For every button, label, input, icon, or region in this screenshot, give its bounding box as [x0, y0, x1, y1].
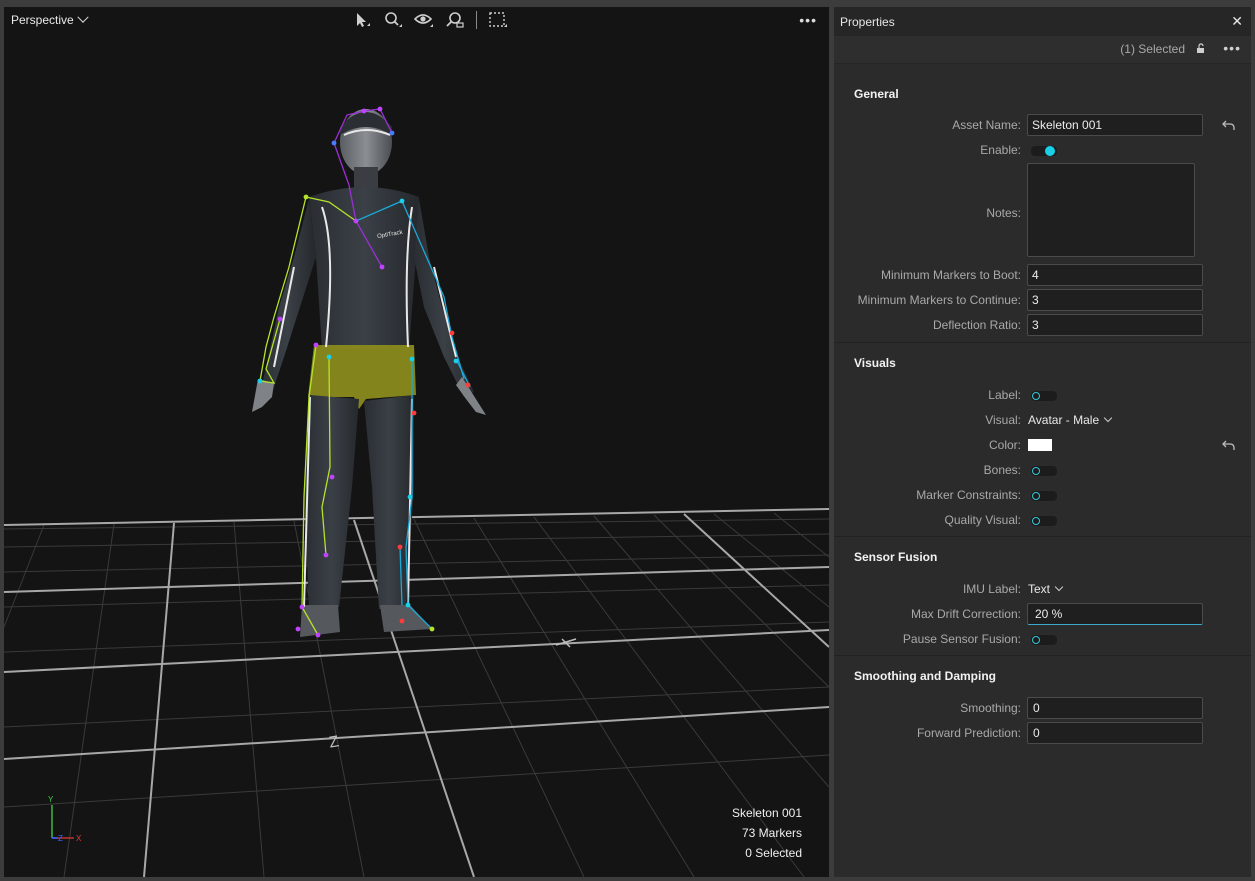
- axis-y-label: Y: [48, 795, 54, 804]
- row-imu-label: IMU Label: Text: [834, 577, 1251, 602]
- label-toggle[interactable]: [1030, 390, 1058, 402]
- min-continue-input[interactable]: 3: [1027, 289, 1203, 311]
- hud-selected-count: 0 Selected: [745, 846, 802, 860]
- pause-fusion-label: Pause Sensor Fusion:: [902, 632, 1021, 646]
- hud-asset-name: Skeleton 001: [731, 806, 802, 820]
- visual-value: Avatar - Male: [1028, 413, 1100, 427]
- smoothing-input[interactable]: 0: [1027, 697, 1203, 719]
- quality-visual-toggle[interactable]: [1030, 515, 1058, 527]
- deflection-input[interactable]: 3: [1027, 314, 1203, 336]
- visual-label: Visual:: [985, 413, 1021, 427]
- notes-textarea[interactable]: [1027, 163, 1195, 257]
- section-title: Smoothing and Damping: [854, 669, 996, 683]
- panel-title: Properties: [840, 15, 895, 29]
- revert-icon[interactable]: [1222, 439, 1236, 454]
- selection-bar: (1) Selected •••: [834, 36, 1251, 64]
- toolbar-divider: [476, 11, 477, 29]
- chevron-down-icon: [1103, 413, 1113, 423]
- label-label: Label:: [988, 388, 1021, 402]
- panel-header: Properties ✕: [834, 7, 1251, 36]
- revert-icon[interactable]: [1222, 119, 1236, 134]
- section-general: General Asset Name: Skeleton 001 Enable:…: [834, 64, 1251, 343]
- hud-marker-count: 73 Markers: [741, 826, 802, 840]
- section-visuals: Visuals Label: Visual: Avatar - Male Col…: [834, 343, 1251, 537]
- row-bones: Bones:: [834, 458, 1251, 483]
- row-deflection: Deflection Ratio: 3: [834, 313, 1251, 338]
- marquee-select-icon[interactable]: [488, 11, 508, 29]
- row-forward-prediction: Forward Prediction: 0: [834, 721, 1251, 746]
- viewport-toolbar: Perspective •••: [4, 7, 829, 35]
- max-drift-input[interactable]: 20 %: [1027, 603, 1203, 625]
- section-smoothing: Smoothing and Damping Smoothing: 0 Forwa…: [834, 656, 1251, 749]
- enable-toggle[interactable]: [1030, 145, 1058, 157]
- row-notes: Notes:: [834, 163, 1251, 263]
- chevron-down-icon: [77, 11, 89, 23]
- lock-icon[interactable]: [1196, 43, 1206, 57]
- asset-info-hud: Skeleton 001 73 Markers 0 Selected: [732, 803, 802, 863]
- section-title: General: [854, 87, 899, 101]
- smoothing-label: Smoothing:: [960, 701, 1021, 715]
- row-max-drift: Max Drift Correction: 20 %: [834, 602, 1251, 627]
- view-mode-dropdown[interactable]: Perspective: [11, 11, 89, 27]
- max-drift-label: Max Drift Correction:: [910, 607, 1021, 621]
- zoom-icon[interactable]: [383, 11, 403, 29]
- forward-prediction-input[interactable]: 0: [1027, 722, 1203, 744]
- min-boot-label: Minimum Markers to Boot:: [880, 268, 1021, 282]
- row-enable: Enable:: [834, 138, 1251, 163]
- close-icon[interactable]: ✕: [1231, 13, 1243, 30]
- more-icon[interactable]: •••: [799, 12, 817, 28]
- axis-gizmo: Y Z X: [48, 795, 82, 843]
- imu-label-value: Text: [1028, 582, 1051, 596]
- row-color: Color:: [834, 433, 1251, 458]
- min-continue-label: Minimum Markers to Continue:: [857, 293, 1021, 307]
- row-quality-visual: Quality Visual:: [834, 508, 1251, 533]
- axis-x-label: X: [76, 834, 82, 843]
- notes-label: Notes:: [986, 206, 1021, 220]
- imu-label-label: IMU Label:: [962, 582, 1021, 596]
- min-boot-input[interactable]: 4: [1027, 264, 1203, 286]
- pause-fusion-toggle[interactable]: [1030, 634, 1058, 646]
- color-swatch[interactable]: [1028, 439, 1052, 451]
- row-min-boot: Minimum Markers to Boot: 4: [834, 263, 1251, 288]
- row-marker-constraints: Marker Constraints:: [834, 483, 1251, 508]
- select-arrow-icon[interactable]: [352, 11, 372, 29]
- marker-constraints-label: Marker Constraints:: [916, 488, 1021, 502]
- properties-panel: Properties ✕ (1) Selected ••• General As…: [834, 7, 1251, 877]
- zoom-region-icon[interactable]: [445, 11, 465, 29]
- row-label: Label:: [834, 383, 1251, 408]
- asset-name-input[interactable]: Skeleton 001: [1027, 114, 1203, 136]
- quality-visual-label: Quality Visual:: [944, 513, 1021, 527]
- viewport-tools: [352, 11, 508, 29]
- imu-label-dropdown[interactable]: Text: [1028, 582, 1064, 596]
- eye-icon[interactable]: [413, 11, 434, 29]
- viewport-3d[interactable]: Z OptiTrack Perspective ••• Y Z X Skelet…: [4, 7, 829, 877]
- section-title: Sensor Fusion: [854, 550, 938, 564]
- selection-count: (1) Selected: [1120, 42, 1185, 56]
- row-asset-name: Asset Name: Skeleton 001: [834, 113, 1251, 138]
- skeleton-avatar[interactable]: OptiTrack: [4, 7, 829, 877]
- enable-label: Enable:: [980, 143, 1021, 157]
- section-sensor-fusion: Sensor Fusion IMU Label: Text Max Drift …: [834, 537, 1251, 656]
- section-title: Visuals: [854, 356, 896, 370]
- forward-prediction-label: Forward Prediction:: [916, 726, 1021, 740]
- visual-dropdown[interactable]: Avatar - Male: [1028, 413, 1113, 427]
- marker-constraints-toggle[interactable]: [1030, 490, 1058, 502]
- more-icon[interactable]: •••: [1223, 40, 1241, 56]
- deflection-label: Deflection Ratio:: [932, 318, 1021, 332]
- bones-toggle[interactable]: [1030, 465, 1058, 477]
- chevron-down-icon: [1054, 582, 1064, 592]
- bones-label: Bones:: [983, 463, 1021, 477]
- row-smoothing: Smoothing: 0: [834, 696, 1251, 721]
- color-label: Color:: [988, 438, 1021, 452]
- view-mode-label: Perspective: [11, 13, 74, 27]
- row-min-continue: Minimum Markers to Continue: 3: [834, 288, 1251, 313]
- asset-name-label: Asset Name:: [952, 118, 1021, 132]
- row-pause-fusion: Pause Sensor Fusion:: [834, 627, 1251, 652]
- row-visual: Visual: Avatar - Male: [834, 408, 1251, 433]
- axis-z-label: Z: [58, 834, 63, 843]
